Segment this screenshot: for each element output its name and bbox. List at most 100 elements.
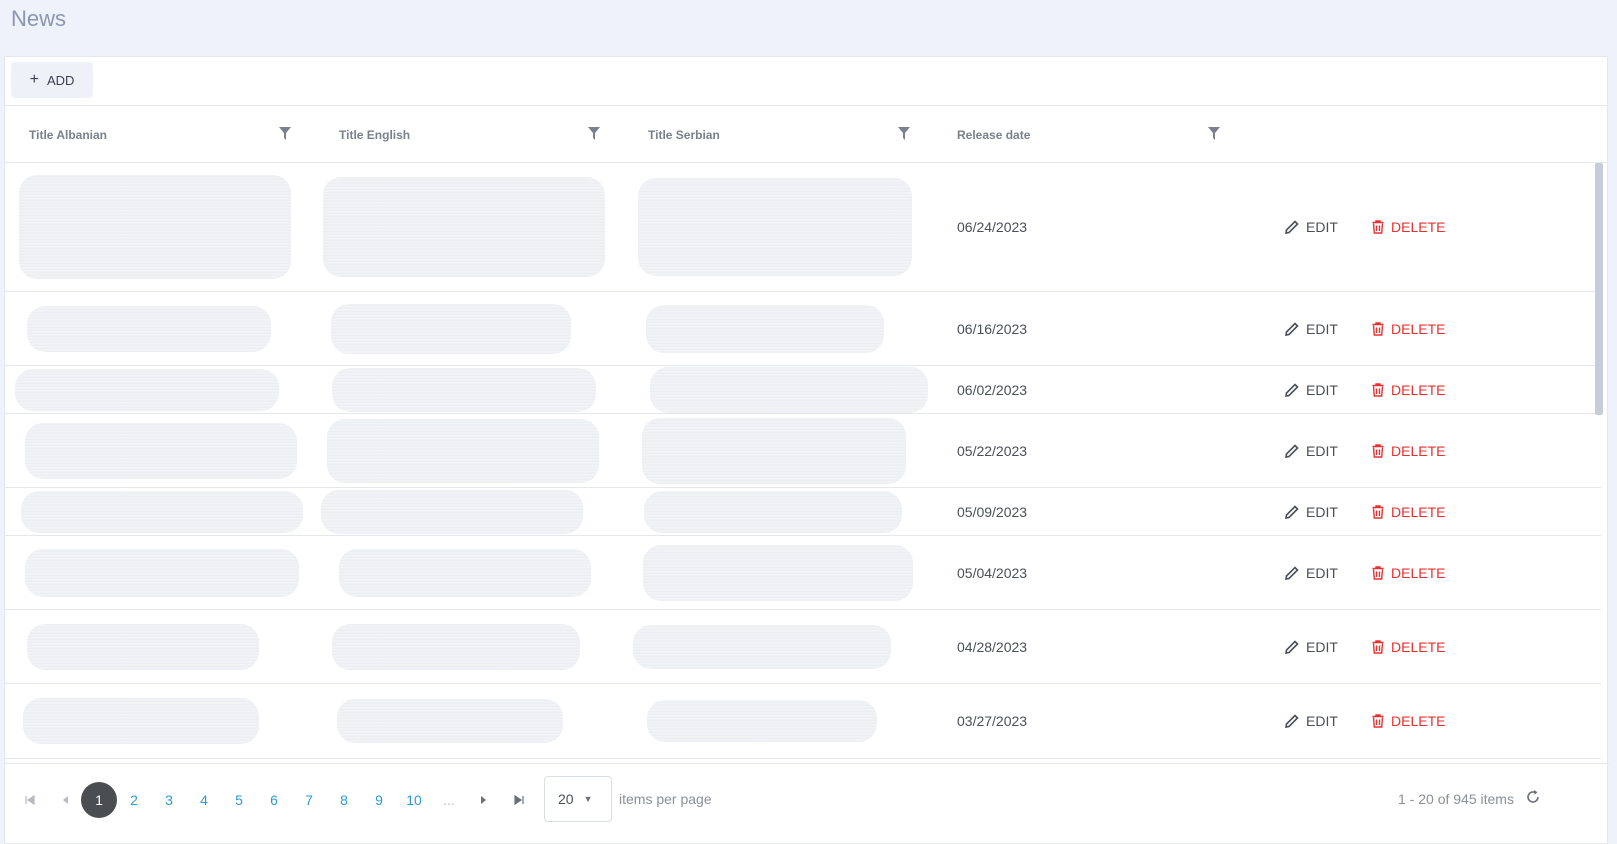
edit-button[interactable]: EDIT bbox=[1285, 219, 1338, 235]
column-header-title-albanian[interactable]: Title Albanian bbox=[29, 107, 107, 163]
delete-button[interactable]: DELETE bbox=[1372, 321, 1445, 337]
delete-label: DELETE bbox=[1391, 320, 1446, 337]
pencil-icon bbox=[1285, 504, 1299, 519]
edit-label: EDIT bbox=[1306, 219, 1338, 235]
title-english-cell bbox=[337, 699, 563, 743]
page-9[interactable]: 9 bbox=[361, 782, 397, 818]
page-5[interactable]: 5 bbox=[221, 782, 257, 818]
last-page-icon bbox=[514, 795, 524, 805]
page-size-value: 20 bbox=[558, 791, 574, 807]
title-serbian-cell bbox=[646, 304, 884, 353]
edit-button[interactable]: EDIT bbox=[1285, 713, 1338, 729]
table-row: 03/27/2023 EDIT DELETE bbox=[5, 684, 1601, 759]
edit-label: EDIT bbox=[1306, 381, 1338, 398]
title-english-cell bbox=[332, 367, 596, 412]
delete-button[interactable]: DELETE bbox=[1372, 713, 1445, 729]
pencil-icon bbox=[1285, 714, 1299, 728]
edit-button[interactable]: EDIT bbox=[1285, 565, 1338, 581]
release-date-cell: 05/04/2023 bbox=[957, 564, 1028, 581]
delete-label: DELETE bbox=[1391, 442, 1446, 459]
pencil-icon bbox=[1285, 443, 1299, 458]
column-header-label: Title Albanian bbox=[29, 128, 108, 142]
delete-label: DELETE bbox=[1391, 564, 1446, 581]
edit-button[interactable]: EDIT bbox=[1285, 639, 1338, 655]
table-row: 06/24/2023 EDIT DELETE bbox=[5, 163, 1601, 292]
next-page-button[interactable] bbox=[472, 788, 496, 812]
page-7[interactable]: 7 bbox=[291, 782, 327, 818]
column-header-title-english[interactable]: Title English bbox=[339, 107, 410, 163]
pencil-icon bbox=[1285, 639, 1299, 654]
page-4[interactable]: 4 bbox=[186, 782, 222, 818]
title-serbian-cell bbox=[633, 624, 891, 669]
table-row: 05/09/2023 EDIT DELETE bbox=[5, 488, 1601, 536]
pencil-icon bbox=[1285, 565, 1299, 580]
title-albanian-cell bbox=[25, 422, 297, 479]
delete-button[interactable]: DELETE bbox=[1372, 639, 1445, 655]
next-page-icon bbox=[481, 796, 486, 804]
delete-label: DELETE bbox=[1391, 219, 1446, 235]
table-row: 05/22/2023 EDIT DELETE bbox=[5, 414, 1601, 488]
page-more[interactable]: ... bbox=[431, 782, 467, 818]
title-albanian-cell bbox=[27, 305, 271, 352]
delete-button[interactable]: DELETE bbox=[1372, 219, 1445, 235]
title-serbian-cell bbox=[643, 544, 913, 601]
pencil-icon bbox=[1285, 321, 1299, 336]
delete-label: DELETE bbox=[1391, 713, 1446, 729]
column-header-release-date[interactable]: Release date bbox=[957, 107, 1030, 163]
title-english-cell bbox=[331, 303, 571, 354]
title-serbian-cell bbox=[642, 417, 906, 484]
release-date-cell: 06/24/2023 bbox=[957, 219, 1028, 235]
column-header-label: Title English bbox=[339, 128, 411, 142]
title-english-cell bbox=[321, 489, 583, 534]
table-row: 06/16/2023 EDIT DELETE bbox=[5, 292, 1601, 366]
edit-label: EDIT bbox=[1306, 503, 1338, 520]
page-3[interactable]: 3 bbox=[151, 782, 187, 818]
edit-button[interactable]: EDIT bbox=[1285, 443, 1338, 459]
first-page-button[interactable] bbox=[18, 788, 42, 812]
delete-label: DELETE bbox=[1391, 638, 1446, 655]
prev-page-button[interactable] bbox=[53, 788, 77, 812]
caret-down-icon: ▼ bbox=[583, 794, 593, 804]
grid-scrollbar[interactable] bbox=[1595, 163, 1603, 415]
release-date-cell: 04/28/2023 bbox=[957, 638, 1028, 655]
page-title: News bbox=[11, 6, 67, 31]
pencil-icon bbox=[1285, 220, 1299, 234]
items-per-page-label: items per page bbox=[619, 791, 712, 807]
page-8[interactable]: 8 bbox=[326, 782, 362, 818]
release-date-cell: 05/09/2023 bbox=[957, 503, 1028, 520]
trash-icon bbox=[1372, 714, 1384, 728]
delete-button[interactable]: DELETE bbox=[1372, 382, 1445, 398]
release-date-cell: 03/27/2023 bbox=[957, 713, 1028, 729]
table-row: 05/04/2023 EDIT DELETE bbox=[5, 536, 1601, 610]
edit-button[interactable]: EDIT bbox=[1285, 382, 1338, 398]
edit-button[interactable]: EDIT bbox=[1285, 321, 1338, 337]
page-2[interactable]: 2 bbox=[116, 782, 152, 818]
column-header-label: Title Serbian bbox=[648, 128, 720, 142]
refresh-button[interactable] bbox=[1525, 789, 1541, 810]
delete-button[interactable]: DELETE bbox=[1372, 504, 1445, 520]
last-page-button[interactable] bbox=[507, 788, 531, 812]
table-row: 04/28/2023 EDIT DELETE bbox=[5, 610, 1601, 684]
edit-label: EDIT bbox=[1306, 564, 1338, 581]
edit-button[interactable]: EDIT bbox=[1285, 504, 1338, 520]
release-date-cell: 05/22/2023 bbox=[957, 442, 1028, 459]
title-serbian-cell bbox=[647, 700, 877, 742]
page-1[interactable]: 1 bbox=[81, 782, 117, 818]
page-10[interactable]: 10 bbox=[396, 782, 432, 818]
column-header-title-serbian[interactable]: Title Serbian bbox=[648, 107, 720, 163]
title-serbian-cell bbox=[650, 366, 928, 413]
plus-icon: + bbox=[29, 71, 39, 88]
edit-label: EDIT bbox=[1306, 320, 1338, 337]
news-grid: + ADD Title Albanian Title English Title… bbox=[4, 56, 1609, 844]
title-serbian-cell bbox=[644, 490, 902, 533]
page-6[interactable]: 6 bbox=[256, 782, 292, 818]
delete-button[interactable]: DELETE bbox=[1372, 565, 1445, 581]
title-albanian-cell bbox=[23, 698, 259, 744]
pager-info: 1 - 20 of 945 items bbox=[1398, 791, 1514, 807]
page-size-select[interactable]: 20 ▼ bbox=[544, 776, 612, 822]
delete-button[interactable]: DELETE bbox=[1372, 443, 1445, 459]
title-english-cell bbox=[327, 418, 599, 483]
add-button[interactable]: + ADD bbox=[11, 62, 93, 98]
title-english-cell bbox=[323, 177, 605, 277]
title-english-cell bbox=[339, 548, 591, 597]
